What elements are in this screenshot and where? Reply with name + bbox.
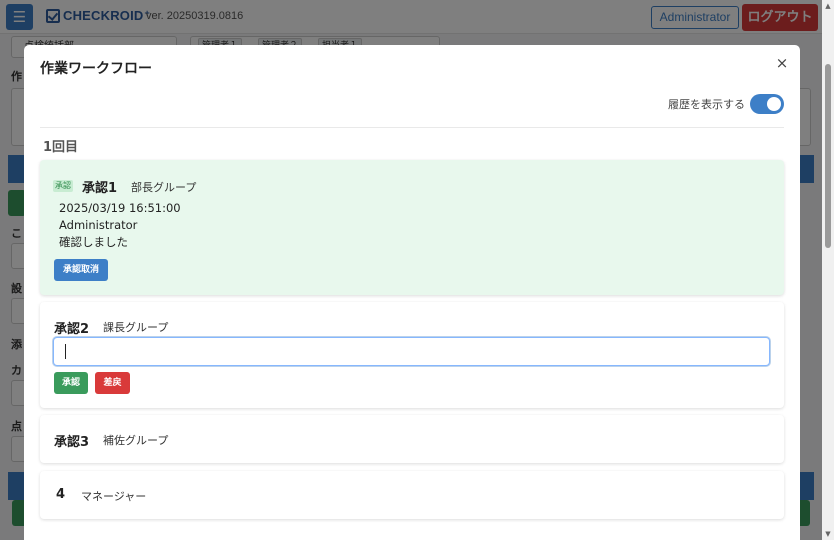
step-group: 部長グループ: [131, 181, 197, 194]
scroll-thumb[interactable]: [825, 64, 831, 248]
workflow-step-card: 4 マネージャー: [40, 471, 784, 519]
round-title: 1回目: [43, 140, 79, 155]
step-title: 承認3: [54, 435, 90, 450]
step-group: 補佐グループ: [103, 434, 169, 447]
cancel-approval-button[interactable]: 承認取消: [54, 259, 108, 281]
divider: [40, 127, 784, 128]
step-title: 4: [56, 487, 66, 502]
workflow-modal: 作業ワークフロー × 履歴を表示する 1回目 承認 承認1 部長グループ 202…: [24, 45, 800, 540]
history-toggle[interactable]: [750, 94, 784, 114]
approve-button[interactable]: 承認: [54, 372, 88, 394]
approval-comment: 確認しました: [59, 235, 128, 249]
scroll-down-arrow-icon[interactable]: ▼: [824, 530, 832, 538]
approver-name: Administrator: [59, 218, 138, 232]
step-title: 承認1: [82, 181, 118, 196]
page-scrollbar[interactable]: ▲ ▼: [822, 0, 834, 540]
workflow-step-card-approved: 承認 承認1 部長グループ 2025/03/19 16:51:00 Admini…: [40, 160, 784, 295]
workflow-step-card: 承認3 補佐グループ: [40, 415, 784, 463]
modal-title: 作業ワークフロー: [40, 61, 152, 77]
toggle-knob: [767, 97, 781, 111]
step-group: マネージャー: [81, 490, 147, 503]
approval-timestamp: 2025/03/19 16:51:00: [59, 201, 181, 215]
return-button[interactable]: 差戻: [95, 372, 130, 394]
close-icon[interactable]: ×: [772, 53, 792, 73]
text-cursor: [65, 344, 66, 359]
history-toggle-label: 履歴を表示する: [668, 98, 745, 111]
approval-comment-input[interactable]: [53, 337, 770, 366]
workflow-step-card-pending: 承認2 課長グループ 承認 差戻: [40, 302, 784, 408]
scroll-up-arrow-icon[interactable]: ▲: [824, 2, 832, 10]
step-group: 課長グループ: [103, 321, 169, 334]
status-badge: 承認: [53, 180, 73, 192]
step-title: 承認2: [54, 322, 90, 337]
